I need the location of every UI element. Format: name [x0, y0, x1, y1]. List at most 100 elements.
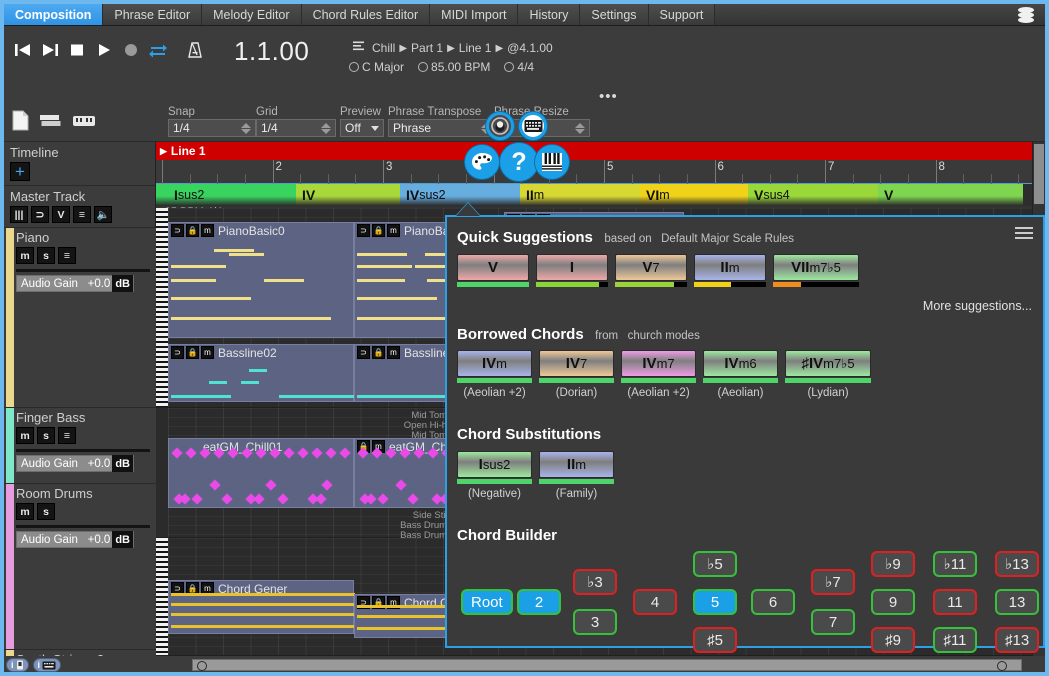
timeline-ruler[interactable]: 2 3 5 6 7 8 — [156, 160, 1045, 184]
speaker-icon[interactable]: 🔈 — [94, 206, 112, 223]
midi-note[interactable] — [171, 317, 331, 320]
midi-note[interactable] — [171, 395, 231, 398]
chord-block[interactable]: II m — [520, 184, 640, 206]
grid-spinner-icon[interactable] — [320, 121, 331, 135]
chord-degree-7[interactable]: ♭7 — [811, 569, 855, 595]
horizontal-scrollbar[interactable] — [192, 659, 1022, 671]
clip-chip[interactable]: m — [201, 346, 214, 359]
tab-settings[interactable]: Settings — [580, 4, 649, 25]
go-to-end-button[interactable] — [39, 38, 61, 62]
tab-support[interactable]: Support — [648, 4, 716, 25]
chord-block[interactable]: IV — [296, 184, 400, 206]
suggestion-item[interactable]: VII m7♭5 — [773, 254, 859, 287]
drum-hit[interactable] — [171, 447, 183, 459]
info-device-icon[interactable]: i — [6, 658, 29, 672]
audio-gain-control[interactable]: Audio Gain +0.0 dB — [16, 531, 134, 548]
suggestion-item[interactable]: V — [457, 254, 529, 287]
clip-chip[interactable]: 🔒 — [186, 346, 199, 359]
chord-degree-Root[interactable]: Root — [461, 589, 513, 615]
drum-hit[interactable] — [283, 447, 295, 459]
suggestion-item[interactable]: IV 7 (Dorian) — [539, 350, 614, 399]
track-finger-bass[interactable]: Finger Bass m s ≡ Audio Gain +0.0 dB — [4, 408, 156, 484]
chord-degree-5[interactable]: 5 — [693, 589, 737, 615]
chord-degree-11[interactable]: ♭11 — [933, 551, 977, 577]
drum-hit[interactable] — [311, 447, 323, 459]
chord-degree-11[interactable]: 11 — [933, 589, 977, 615]
track-button-menu[interactable]: ≡ — [58, 427, 76, 444]
database-stack-icon[interactable] — [1007, 4, 1045, 25]
chord-block[interactable]: Vsus4 — [748, 184, 878, 206]
chord-block[interactable]: VI m — [640, 184, 748, 206]
clip[interactable]: ⊃ 🔒 m Bassline02 — [168, 344, 359, 402]
midi-note[interactable] — [357, 265, 412, 268]
midi-note[interactable] — [171, 593, 355, 596]
clip-chip[interactable]: ⊃ — [171, 346, 184, 359]
chord-degree-13[interactable]: ♯13 — [995, 627, 1040, 653]
midi-note[interactable] — [357, 297, 437, 300]
go-to-start-button[interactable] — [12, 38, 34, 62]
midi-note[interactable] — [171, 297, 251, 300]
drum-hit[interactable] — [209, 479, 221, 491]
chord-suggestion-button[interactable]: V7 — [615, 254, 687, 281]
chord-suggestion-button[interactable]: IV 7 — [539, 350, 614, 377]
midi-note[interactable] — [171, 613, 355, 616]
chord-block[interactable]: Isus2 — [168, 184, 296, 206]
chord-suggestion-button[interactable]: IV m6 — [703, 350, 778, 377]
midi-note[interactable] — [241, 381, 259, 384]
track-volume-slider[interactable] — [16, 449, 150, 452]
stop-button[interactable] — [66, 38, 88, 62]
midi-note[interactable] — [357, 279, 405, 282]
midi-note[interactable] — [229, 253, 264, 256]
clip-chip[interactable]: 🔒 — [372, 346, 385, 359]
track-button-menu[interactable]: ≡ — [58, 247, 76, 264]
midi-note[interactable] — [171, 603, 355, 606]
track-button-solo[interactable]: s — [37, 427, 55, 444]
chord-block[interactable]: V — [878, 184, 1023, 206]
record-button[interactable] — [120, 38, 142, 62]
loop-button[interactable] — [147, 38, 169, 62]
midi-note[interactable] — [264, 279, 304, 282]
chord-degree-5[interactable]: ♯5 — [693, 627, 737, 653]
tab-chord-rules-editor[interactable]: Chord Rules Editor — [301, 4, 431, 25]
chord-suggestion-button[interactable]: IV m — [457, 350, 532, 377]
clip-chip[interactable]: ⊃ — [357, 224, 370, 237]
clip-chip[interactable]: ⊃ — [357, 346, 370, 359]
drum-hit[interactable] — [321, 479, 333, 491]
suggestion-item[interactable]: I — [536, 254, 608, 287]
track-button-mute[interactable]: m — [16, 247, 34, 264]
chord-degree-9[interactable]: 9 — [871, 589, 915, 615]
midi-note[interactable] — [209, 381, 227, 384]
vertical-scrollbar-thumb[interactable] — [1034, 144, 1044, 204]
chord-degree-6[interactable]: 6 — [751, 589, 795, 615]
drum-hit[interactable] — [185, 447, 197, 459]
chord-degree-11[interactable]: ♯11 — [933, 627, 977, 653]
chord-suggestion-button[interactable]: II m — [694, 254, 766, 281]
midi-note[interactable] — [249, 369, 267, 372]
phrase-transpose-select[interactable]: Phrase — [388, 119, 496, 137]
drum-hit[interactable] — [297, 447, 309, 459]
clip[interactable]: ⊃ 🔒 m Chord Gener — [168, 580, 355, 634]
chord-degree-13[interactable]: ♭13 — [995, 551, 1039, 577]
suggestion-item[interactable]: V7 — [615, 254, 687, 287]
chord-suggestion-button[interactable]: ♯IV m7♭5 — [785, 350, 871, 377]
drum-hit[interactable] — [221, 493, 233, 505]
computer-keyboard-icon[interactable] — [519, 112, 547, 140]
preview-select[interactable]: Off — [340, 119, 384, 137]
drum-hit[interactable] — [191, 493, 203, 505]
v-icon[interactable]: V — [52, 206, 70, 223]
track-button-solo[interactable]: s — [37, 503, 55, 520]
phrase-resize-spinner-icon[interactable] — [574, 121, 585, 135]
chord-block[interactable] — [156, 184, 168, 206]
suggestion-item[interactable]: II m (Family) — [539, 451, 614, 500]
suggestion-item[interactable]: ♯IV m7♭5 (Lydian) — [785, 350, 871, 399]
breadcrumb-song[interactable]: Chill — [372, 41, 395, 55]
copy-layers-icon[interactable] — [39, 112, 63, 135]
hamburger-menu-icon[interactable] — [1015, 227, 1033, 242]
metronome-button[interactable] — [184, 38, 206, 62]
chord-suggestion-button[interactable]: IV m7 — [621, 350, 696, 377]
clip-chip[interactable]: 🔒 — [372, 224, 385, 237]
track-button-mute[interactable]: m — [16, 427, 34, 444]
chord-degree-7[interactable]: 7 — [811, 609, 855, 635]
clip-chip[interactable]: 🔒 — [186, 224, 199, 237]
play-button[interactable] — [93, 38, 115, 62]
